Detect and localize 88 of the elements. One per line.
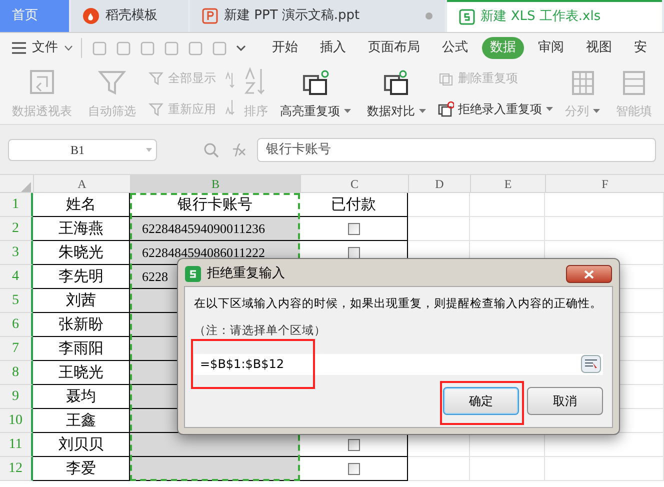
column-header[interactable]: E [470, 175, 545, 192]
table-cell: 王鑫 [33, 409, 130, 433]
spreadsheet-icon [458, 9, 475, 25]
checkbox[interactable] [348, 438, 360, 450]
close-icon [584, 270, 594, 278]
row-header[interactable]: 5 [0, 289, 33, 313]
chevron-icon [64, 45, 73, 51]
checkbox[interactable] [348, 462, 360, 474]
row-header[interactable]: 3 [0, 241, 33, 265]
caret-icon [344, 109, 351, 113]
caret-icon [593, 109, 600, 113]
row-header[interactable]: 8 [0, 361, 33, 385]
table-cell: 李爱 [33, 457, 130, 481]
print-preview-icon[interactable] [164, 40, 179, 56]
flame-icon [83, 8, 100, 24]
presentation-icon [202, 8, 218, 24]
unsaved-dot-icon [424, 12, 433, 20]
ribbon-button[interactable]: 拒绝录入重复项 [438, 100, 553, 118]
ok-button[interactable]: 确定 [443, 386, 519, 414]
table-cell: 已付款 [300, 193, 408, 217]
menu-tab[interactable]: 页面布局 [360, 37, 428, 59]
menu-icon [12, 42, 26, 54]
row-header[interactable]: 4 [0, 265, 33, 289]
range-field[interactable]: =$B$1:$B$12 [194, 354, 603, 374]
close-button[interactable] [566, 265, 612, 283]
customize-caret-icon[interactable] [236, 45, 246, 51]
row-header[interactable]: 7 [0, 337, 33, 361]
row-header[interactable]: 2 [0, 217, 33, 241]
spreadsheet-icon [185, 266, 201, 282]
table-cell: 6228484594090011236 [130, 217, 300, 241]
format-painter-icon[interactable] [116, 40, 131, 56]
menu-tab[interactable]: 视图 [578, 37, 620, 59]
document-tab[interactable]: 新建 PPT 演示文稿.ppt [190, 0, 445, 32]
row-header[interactable]: 1 [0, 193, 33, 217]
table-cell: 王海燕 [33, 217, 130, 241]
table-cell: 刘茜 [33, 289, 130, 313]
reject-duplicates-icon [438, 100, 454, 117]
row-header[interactable]: 11 [0, 433, 33, 457]
table-cell: 张新盼 [33, 313, 130, 337]
undo-icon[interactable] [188, 40, 203, 56]
table-cell [408, 457, 470, 481]
row-header[interactable]: 12 [0, 457, 33, 481]
cell-picker-icon [584, 358, 598, 370]
caret-icon [546, 106, 553, 111]
column-header[interactable]: F [545, 175, 664, 192]
file-menu[interactable]: 文件 [12, 38, 82, 58]
document-tab[interactable]: 首页 [0, 0, 70, 32]
dialog-title: 拒绝重复输入 [207, 265, 286, 284]
menu-tab[interactable]: 安 [626, 37, 655, 59]
column-header[interactable]: D [408, 175, 470, 192]
ribbon-button[interactable]: 高亮重复项 [272, 63, 359, 124]
ribbon-button[interactable]: 数据对比 [359, 63, 434, 124]
table-cell: 朱晓光 [33, 241, 130, 265]
column-header[interactable]: C [300, 175, 408, 192]
table-cell: 李先明 [33, 265, 130, 289]
checkbox[interactable] [348, 222, 360, 234]
menu-tab[interactable]: 公式 [434, 37, 476, 59]
name-box[interactable]: B1 [8, 138, 157, 160]
eye-funnel-icon [148, 70, 164, 86]
menu-tab[interactable]: 数据 [482, 37, 524, 59]
print-icon[interactable] [140, 40, 155, 56]
funnel-refresh-icon [148, 100, 164, 117]
table-cell: 姓名 [33, 193, 130, 217]
range-select-button[interactable] [581, 355, 601, 373]
document-tab[interactable]: 新建 XLS 工作表.xls [446, 0, 662, 32]
table-cell [408, 193, 470, 217]
row-header[interactable]: 10 [0, 409, 33, 433]
cancel-button[interactable]: 取消 [527, 386, 603, 414]
row-header[interactable]: 6 [0, 313, 33, 337]
zoom-icon[interactable] [203, 142, 219, 158]
menu-tab[interactable]: 审阅 [530, 37, 572, 59]
caret-icon [419, 109, 426, 113]
dialog-message: 在以下区域输入内容的时候，如果出现重复，则提醒检查输入内容的正确性。 [194, 295, 603, 312]
save-icon[interactable] [92, 40, 107, 56]
redo-icon[interactable] [212, 40, 227, 56]
formula-field[interactable]: 银行卡账号 [257, 138, 656, 162]
table-cell: 刘贝贝 [33, 433, 130, 457]
caret-icon [146, 148, 152, 152]
checkbox[interactable] [348, 246, 360, 258]
table-cell: 王晓光 [33, 361, 130, 385]
menu-tab[interactable]: 开始 [264, 37, 306, 59]
table-cell: 李雨阳 [33, 337, 130, 361]
document-tab[interactable]: 稻壳模板 [71, 0, 188, 32]
dialog-note: （注：请选择单个区域） [194, 322, 327, 340]
table-cell: 聂均 [33, 385, 130, 409]
row-header[interactable]: 9 [0, 385, 33, 409]
menu-tab[interactable]: 插入 [312, 37, 354, 59]
column-header[interactable]: B [130, 175, 300, 192]
